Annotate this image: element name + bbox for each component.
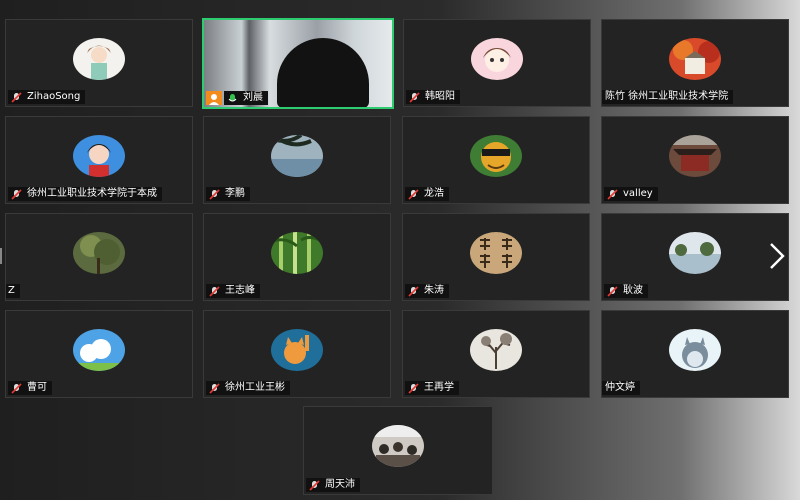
participant-name: 刘晨 — [243, 92, 263, 103]
participant-name-label: Z — [6, 284, 20, 298]
participant-tile[interactable]: 陈竹 徐州工业职业技术学院 — [601, 19, 789, 107]
mic-active-icon — [227, 93, 238, 104]
participant-tile[interactable]: 徐州工业职业技术学院于本成 — [5, 116, 193, 204]
mic-muted-icon — [408, 188, 419, 200]
participant-tile[interactable]: 曹可 — [5, 310, 193, 398]
participant-tile[interactable]: 朱涛 — [402, 213, 590, 301]
participant-name-label: 陈竹 徐州工业职业技术学院 — [602, 90, 734, 104]
temple-avatar — [669, 135, 721, 177]
participant-name-label: 王再学 — [405, 381, 459, 395]
next-page-chevron-icon[interactable] — [764, 240, 790, 272]
participant-name-label: 刘晨 — [224, 91, 268, 105]
participant-name-label: 龙浩 — [405, 187, 449, 201]
palm-sea-avatar — [271, 135, 323, 177]
mic-muted-icon — [11, 382, 22, 394]
participant-name: 李鹏 — [225, 188, 245, 199]
participant-name-label: ZihaoSong — [8, 90, 86, 104]
bamboo-avatar — [271, 232, 323, 274]
participant-tile[interactable]: 王志峰 — [203, 213, 391, 301]
participant-tile[interactable]: 韩昭阳 — [403, 19, 591, 107]
participant-name-label: 徐州工业职业技术学院于本成 — [8, 187, 162, 201]
left-panel-handle[interactable] — [0, 248, 2, 264]
mic-muted-icon — [309, 479, 320, 491]
cartoon-boy-avatar — [73, 38, 125, 80]
cartoon-girl-avatar — [471, 38, 523, 80]
participant-name: valley — [623, 188, 653, 199]
participant-tile[interactable]: 王再学 — [402, 310, 590, 398]
participant-name: 徐州工业王彬 — [225, 382, 285, 393]
participant-name-label: 耿波 — [604, 284, 648, 298]
participant-tile[interactable]: 龙浩 — [402, 116, 590, 204]
tree-avatar — [73, 232, 125, 274]
cartoon-character-avatar — [470, 135, 522, 177]
mic-muted-icon — [408, 285, 419, 297]
mic-muted-icon — [409, 91, 420, 103]
sky-avatar — [73, 329, 125, 371]
participant-name: 仲文婷 — [605, 382, 635, 393]
mic-muted-icon — [209, 285, 220, 297]
child-portrait-avatar — [73, 135, 125, 177]
classroom-avatar — [372, 425, 424, 467]
mic-muted-icon — [209, 382, 220, 394]
participant-name: 徐州工业职业技术学院于本成 — [27, 188, 157, 199]
participant-tile-active-speaker[interactable]: 刘晨 — [202, 18, 394, 109]
mic-muted-icon — [408, 382, 419, 394]
participant-name: Z — [8, 285, 15, 296]
participant-name-label: 徐州工业王彬 — [206, 381, 290, 395]
participant-name: ZihaoSong — [27, 91, 81, 102]
participant-name-label: 王志峰 — [206, 284, 260, 298]
mic-muted-icon — [11, 91, 22, 103]
mic-muted-icon — [607, 285, 618, 297]
participant-name: 韩昭阳 — [425, 91, 455, 102]
participant-tile[interactable]: Z — [5, 213, 193, 301]
autumn-building-avatar — [669, 38, 721, 80]
calligraphy-avatar — [470, 232, 522, 274]
participant-name-label: 周天沛 — [306, 478, 360, 492]
participant-tile[interactable]: 徐州工业王彬 — [203, 310, 391, 398]
camera-user-icon — [206, 91, 222, 105]
participant-name-label: 朱涛 — [405, 284, 449, 298]
mic-muted-icon — [209, 188, 220, 200]
participant-tile[interactable]: valley — [601, 116, 789, 204]
participant-tile[interactable]: 仲文婷 — [601, 310, 789, 398]
participant-name-label: 仲文婷 — [602, 381, 640, 395]
participant-name: 龙浩 — [424, 188, 444, 199]
participant-name: 王再学 — [424, 382, 454, 393]
participant-name: 耿波 — [623, 285, 643, 296]
participant-name: 陈竹 徐州工业职业技术学院 — [605, 91, 729, 102]
participant-name: 王志峰 — [225, 285, 255, 296]
participant-name-label: 曹可 — [8, 381, 52, 395]
participant-name: 曹可 — [27, 382, 47, 393]
participant-name-label: 李鹏 — [206, 187, 250, 201]
participant-name-label: 韩昭阳 — [406, 90, 460, 104]
participant-tile[interactable]: ZihaoSong — [5, 19, 193, 107]
person-silhouette-icon — [277, 38, 369, 107]
participant-name: 朱涛 — [424, 285, 444, 296]
participant-tile[interactable]: 李鹏 — [203, 116, 391, 204]
orange-cat-avatar — [271, 329, 323, 371]
lake-avatar — [669, 232, 721, 274]
participant-name-label: valley — [604, 187, 658, 201]
mic-muted-icon — [11, 188, 22, 200]
mic-muted-icon — [607, 188, 618, 200]
participant-tile[interactable]: 周天沛 — [303, 406, 493, 495]
totoro-avatar — [669, 329, 721, 371]
winter-tree-avatar — [470, 329, 522, 371]
participant-tile[interactable]: 耿波 — [601, 213, 789, 301]
participant-name: 周天沛 — [325, 479, 355, 490]
